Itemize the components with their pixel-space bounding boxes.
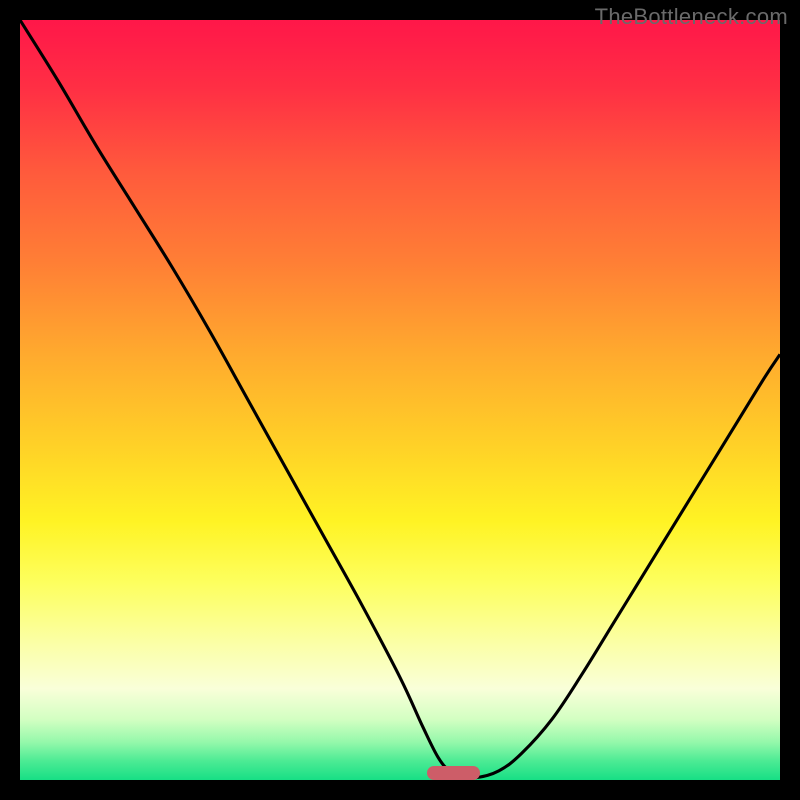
gradient-background	[20, 20, 780, 780]
chart-stage: TheBottleneck.com	[0, 0, 800, 800]
plot-area	[20, 20, 780, 780]
bottleneck-chart-svg	[20, 20, 780, 780]
ideal-zone-marker	[427, 766, 480, 780]
watermark-text: TheBottleneck.com	[595, 4, 788, 30]
